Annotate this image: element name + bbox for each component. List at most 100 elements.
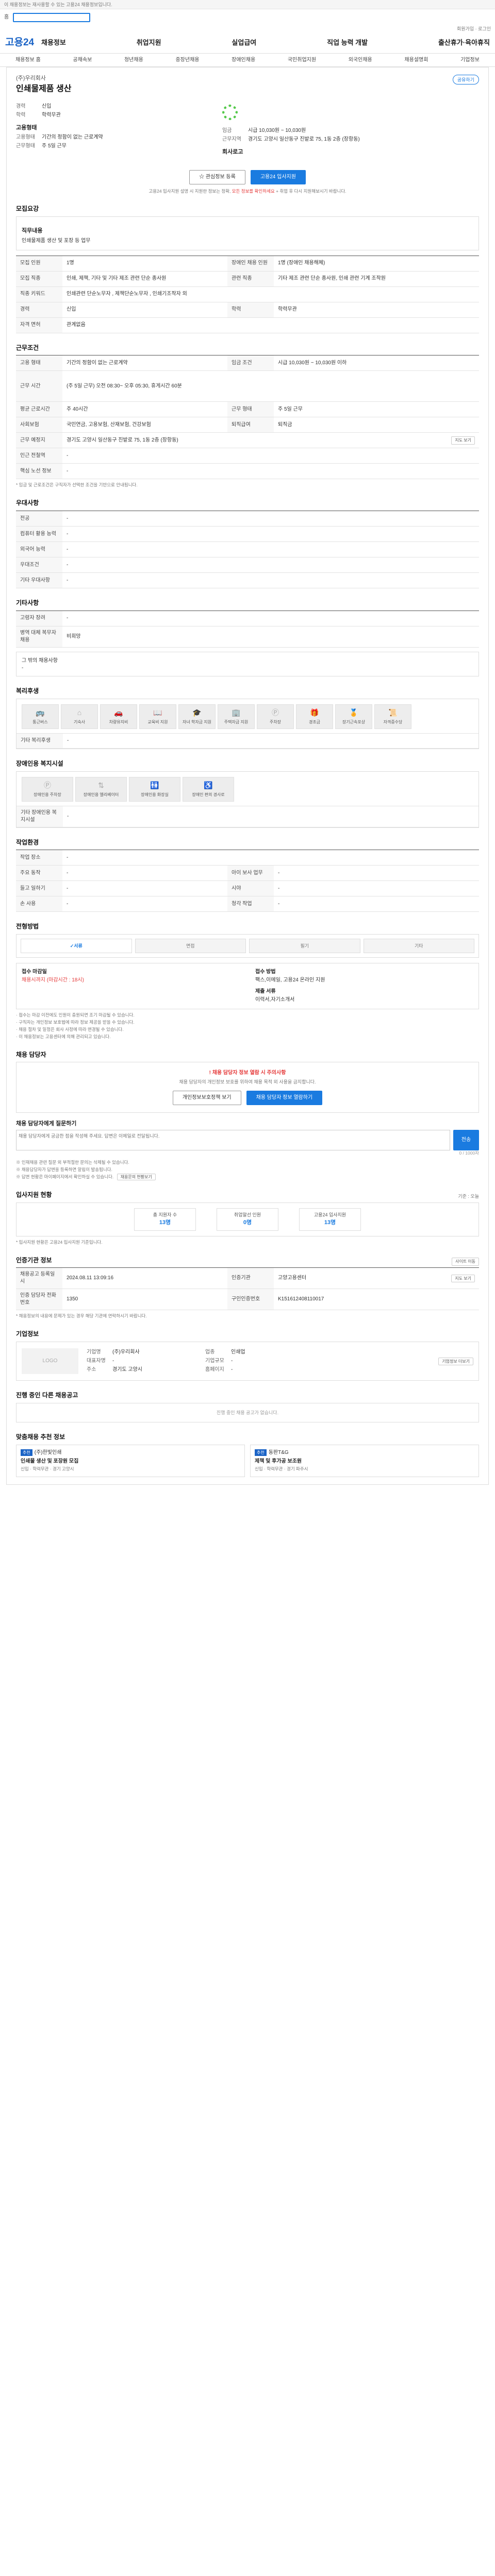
member-links[interactable]: 회원가입 · 로그인 — [0, 26, 495, 33]
table-key: 외국어 능력 — [16, 542, 62, 557]
summary-value: 주 5일 근무 — [42, 143, 67, 149]
stat-total: 총 지원자 수 13명 — [134, 1208, 196, 1231]
job-description: 직무내용 인쇄물제품 생산 및 포장 등 업무 — [16, 216, 479, 250]
disability-box: Ⓟ 장애인용 주차장 ⇅ 장애인용 엘리베이터 🚻 장애인용 화장실 ♿ 장애인 편의 … — [16, 771, 479, 828]
card-meta: 신입 · 학력무관 · 경기 파주시 — [255, 1466, 308, 1471]
building-icon: 🏢 — [232, 708, 241, 717]
scrap-button[interactable]: ☆ 관심정보 등록 — [189, 170, 245, 184]
welfare-item: 🎁 경조금 — [296, 704, 333, 729]
welfare-section: 복리후생 🚌 통근버스 ⌂ 기숙사 🚗 차량유지비 📖 교육비 지원 🎓 자녀 학자금 지… — [16, 687, 479, 749]
table-row: 모집 인원 1명 장애인 채용 인원 1명 (장애인 채용해체) — [16, 256, 479, 272]
summary-key: 근무형태 — [16, 143, 35, 149]
table-key: 고용 형태 — [16, 355, 62, 371]
subnav-item[interactable]: 청년채용 — [124, 57, 143, 64]
company-more-button[interactable]: 기업정보 더보기 — [438, 1357, 473, 1365]
subnav-item[interactable]: 중장년채용 — [175, 57, 199, 64]
cap-icon: 🎓 — [192, 708, 202, 717]
summary-key: 근무지역 — [222, 137, 241, 143]
card-tag: 추천 — [255, 1449, 267, 1456]
step-document: ✓ 서류 — [21, 939, 132, 954]
recommend-card[interactable]: 추천 동판T&G 제책 및 후가공 보조원 신입 · 학력무관 · 경기 파주시 — [250, 1444, 479, 1477]
view-contact-button[interactable]: 채용 담당자 정보 열람하기 — [246, 1091, 323, 1106]
nav-benefit[interactable]: 실업급여 — [232, 38, 256, 47]
qa-form: 전송 — [16, 1130, 479, 1151]
home-link[interactable]: 홈 — [4, 14, 9, 21]
company-name: (주)우리회사 — [16, 75, 46, 81]
table-value: 1350 — [67, 1296, 78, 1302]
notice-highlight[interactable]: 모든 정보를 확인하세요 — [232, 189, 275, 194]
org-map-button[interactable]: 지도 보기 — [451, 1274, 475, 1283]
search-input[interactable] — [13, 13, 91, 22]
privacy-policy-button[interactable]: 개인정보보호정책 보기 — [172, 1091, 241, 1106]
section-title: 전형방법 — [16, 923, 39, 930]
apply-button[interactable]: 고용24 입사지원 — [250, 170, 306, 184]
table-key: 장애인 채용 인원 — [227, 256, 274, 271]
header: 고용24 채용정보 취업지원 실업급여 직업 능력 개발 출산휴가·육아휴직 — [0, 33, 495, 54]
summary-value: 학력무관 — [42, 112, 61, 118]
table-value: 기타 제조 관련 단순 종사원, 인쇄 관련 기계 조작원 — [278, 276, 386, 282]
table-row: 작업 장소 - — [16, 850, 479, 866]
disability-grid: Ⓟ 장애인용 주차장 ⇅ 장애인용 엘리베이터 🚻 장애인용 화장실 ♿ 장애인 편의 … — [16, 772, 478, 806]
site-logo[interactable]: 고용24 — [5, 36, 41, 50]
table-row: 고령자 장려 - — [16, 611, 479, 626]
table-key: 아이 보사 업무 — [227, 866, 274, 881]
welfare-label: 자격증수당 — [383, 719, 403, 724]
welfare-label: 차량유지비 — [109, 719, 128, 724]
disability-section: 장애인용 복지시설 Ⓟ 장애인용 주차장 ⇅ 장애인용 엘리베이터 🚻 장애인용 화장… — [16, 759, 479, 828]
question-textarea[interactable] — [16, 1130, 450, 1151]
table-row: 외국어 능력 - — [16, 542, 479, 558]
table-value: 퇴직금 — [278, 421, 292, 428]
other-jobs-section: 진행 중인 다른 채용공고 진행 중인 채용 공고가 없습니다. — [16, 1391, 479, 1422]
card-company: (주)한빛인쇄 — [34, 1449, 62, 1455]
disability-label: 장애인용 주차장 — [34, 792, 61, 797]
table-key: 기타 우대사항 — [16, 573, 62, 588]
recruit-section: 모집요강 직무내용 인쇄물제품 생산 및 포장 등 업무 모집 인원 1명 장애인… — [16, 205, 479, 333]
deadline-value: 채용시까지 (마감시간 : 18시) — [22, 977, 84, 984]
section-title: 모집요강 — [16, 205, 39, 213]
site-link-button[interactable]: 사이트 이동 — [451, 1258, 479, 1266]
summary-value: 시급 10,030원 ~ 10,030원 — [248, 128, 306, 134]
subnav-item[interactable]: 외국인채용 — [349, 57, 372, 64]
subnav-item[interactable]: 채용정보 홈 — [15, 57, 41, 64]
company-logo-icon — [222, 104, 238, 120]
card-title: 인쇄물 생산 및 포장원 모집 — [21, 1458, 79, 1464]
welfare-item: 📖 교육비 지원 — [139, 704, 176, 729]
table-value: - — [278, 870, 280, 876]
share-button[interactable]: 공유하기 — [452, 75, 479, 84]
disability-label: 장애인용 화장실 — [141, 792, 169, 797]
table-key: 채용공고 등록일시 — [16, 1268, 62, 1289]
nav-jobs[interactable]: 채용정보 — [41, 38, 66, 47]
welfare-label: 기숙사 — [73, 719, 86, 724]
table-value: - — [67, 854, 69, 860]
table-value: - — [67, 546, 69, 552]
nav-leave[interactable]: 출산휴가·육아휴직 — [438, 38, 490, 47]
welfare-item: 🏢 주택자금 지원 — [218, 704, 255, 729]
table-key: 병역 대체 복무자 채용 — [16, 626, 62, 647]
process-section: 전형방법 ✓ 서류 면접 필기 기타 접수 마감일 채용시까지 (마감시간 : … — [16, 922, 479, 1040]
section-title: 입사지원 현황 — [16, 1191, 52, 1199]
qa-status-button[interactable]: 채용문의 현황보기 — [117, 1174, 156, 1181]
table-value: - — [67, 737, 69, 743]
table-key: 기타 복리후생 — [16, 733, 63, 748]
subnav-item[interactable]: 채용설명회 — [404, 57, 428, 64]
subnav-item[interactable]: 기업정보 — [460, 57, 480, 64]
table-value: 인쇄관련 단순노무자 , 제책단순노무자 , 인쇄기조작자 외 — [67, 291, 187, 297]
table-key: 기타 장애인용 복지시설 — [16, 806, 63, 827]
map-button[interactable]: 지도 보기 — [451, 436, 475, 445]
subnav-item[interactable]: 국민취업지원 — [288, 57, 316, 64]
table-value: 기간의 정함이 없는 근로계약 — [67, 360, 128, 366]
table-key: 학력 — [227, 302, 274, 317]
recommend-card[interactable]: 추천 (주)한빛인쇄 인쇄물 생산 및 포장원 모집 신입 · 학력무관 · 경기… — [16, 1444, 245, 1477]
nav-training[interactable]: 직업 능력 개발 — [327, 38, 368, 47]
subnav-item[interactable]: 공채속보 — [73, 57, 92, 64]
disability-item: ♿ 장애인 편의 경사로 — [183, 776, 234, 802]
send-button[interactable]: 전송 — [453, 1130, 479, 1151]
section-title: 장애인용 복지시설 — [16, 759, 63, 767]
env-section: 작업환경 작업 장소 - 주요 동작 - 아이 보사 업무 - 들고 일하기 - 시야 -… — [16, 838, 479, 912]
subnav-item[interactable]: 장애인채용 — [232, 57, 255, 64]
bus-icon: 🚌 — [36, 708, 45, 717]
nav-support[interactable]: 취업지원 — [137, 38, 161, 47]
table-value: 주 40시간 — [67, 406, 88, 412]
disability-item: Ⓟ 장애인용 주차장 — [22, 776, 73, 802]
table-value: - — [67, 615, 69, 621]
